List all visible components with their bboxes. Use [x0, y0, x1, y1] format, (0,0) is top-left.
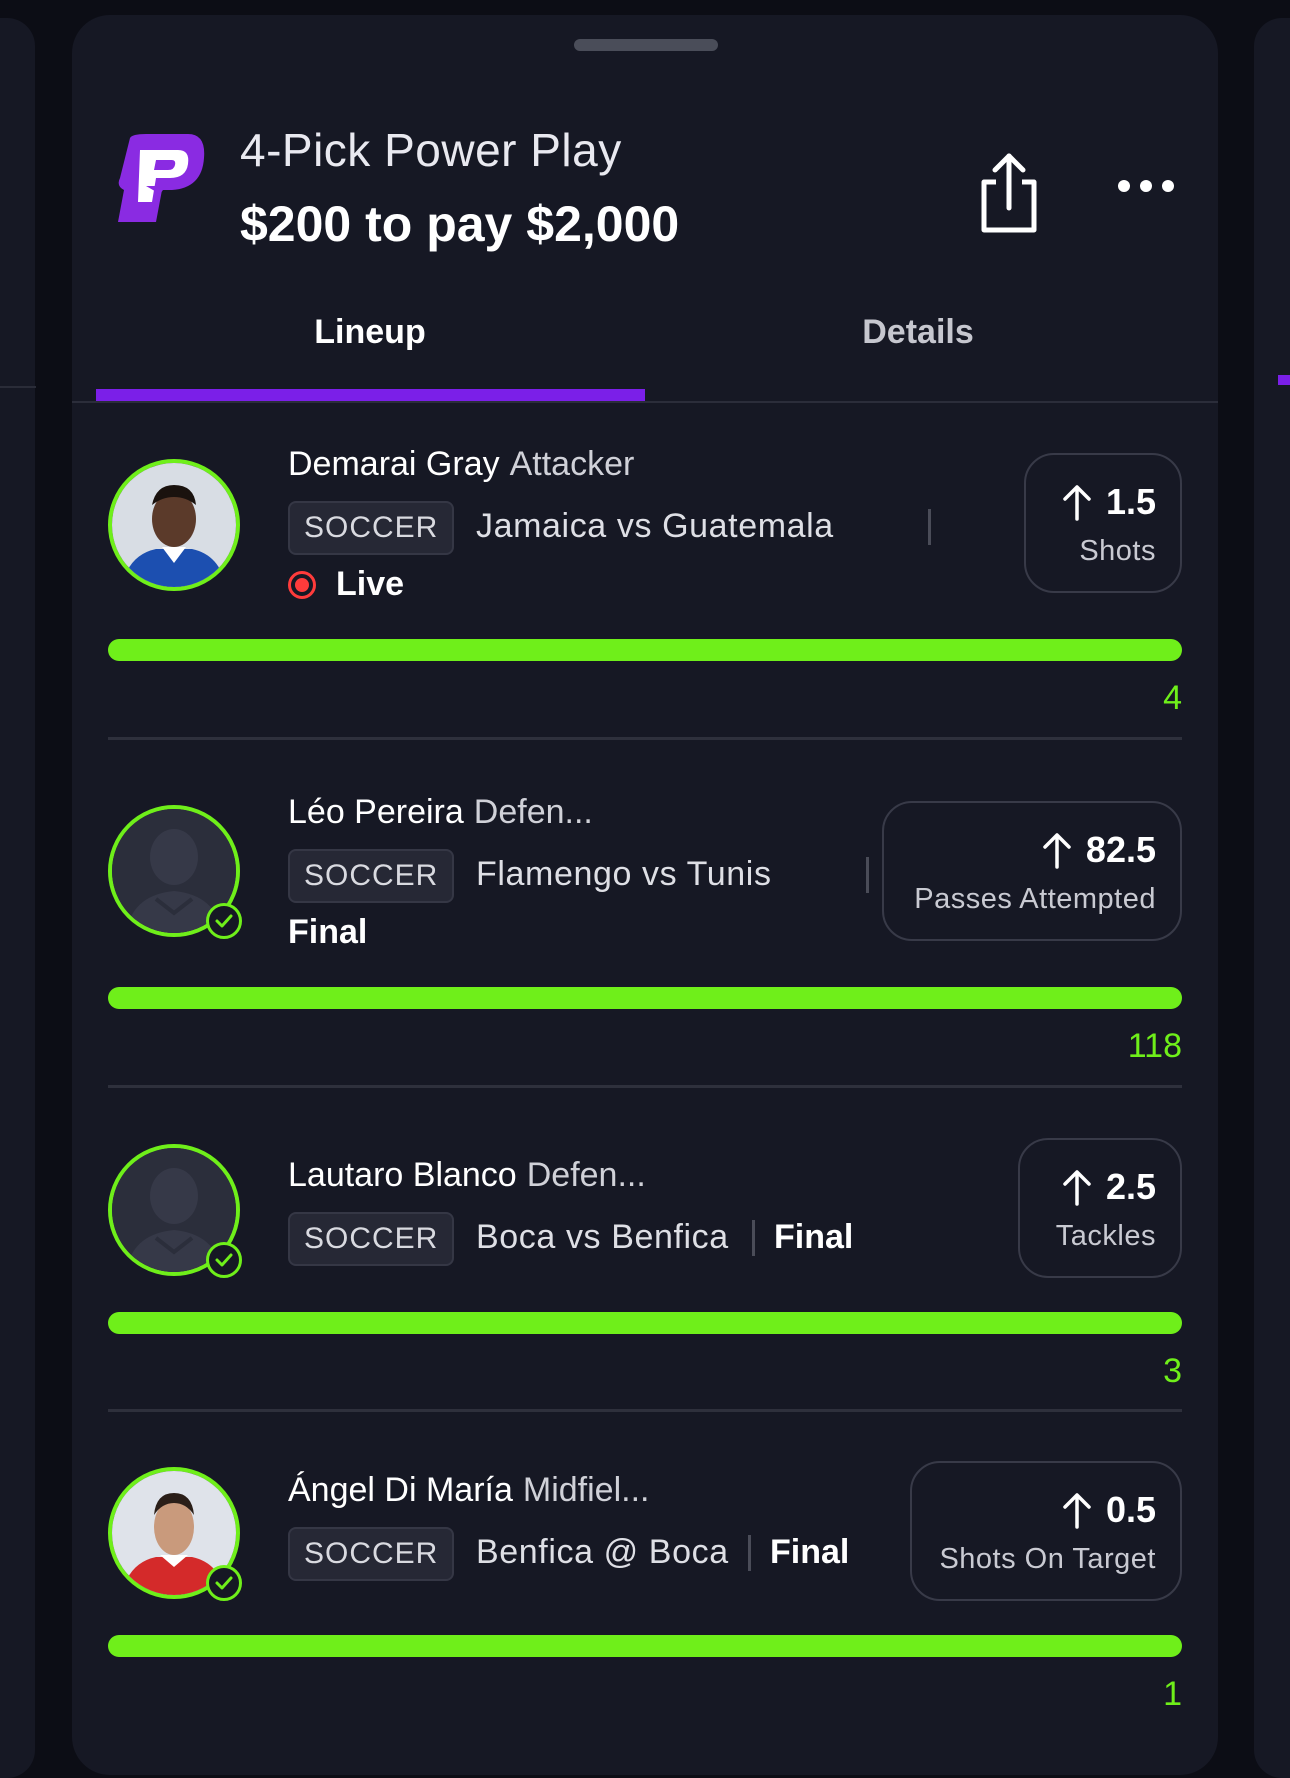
player-info: Léo Pereira Defen...: [288, 793, 593, 832]
pick-divider: [108, 737, 1182, 740]
more-options-icon[interactable]: [1118, 170, 1178, 200]
projection-value: 2.5: [1105, 1166, 1156, 1207]
game-status: Final: [288, 913, 368, 951]
player-name: Demarai Gray: [288, 445, 500, 483]
sport-badge: SOCCER: [288, 1212, 455, 1266]
background-card-left: [0, 18, 35, 1778]
matchup: Jamaica vs Guatemala: [476, 507, 834, 545]
pick-divider: [108, 1085, 1182, 1088]
entry-payout: $200 to pay $2,000: [240, 196, 680, 252]
projection-stat: Passes Attempted: [914, 883, 1156, 915]
projection-line: 0.5: [1062, 1489, 1156, 1531]
projection-value: 0.5: [1105, 1489, 1156, 1530]
check-icon: [206, 903, 242, 939]
background-card-right: [1254, 18, 1290, 1778]
separator: [752, 1220, 755, 1256]
progress-bar: [108, 1635, 1182, 1657]
tab-lineup[interactable]: Lineup: [96, 313, 644, 352]
projection-box[interactable]: 2.5 Tackles: [1018, 1138, 1182, 1278]
separator: [928, 509, 931, 545]
player-position: Defen...: [473, 793, 593, 831]
projection-stat: Shots: [1079, 535, 1156, 567]
pick-card[interactable]: Demarai Gray Attacker SOCCER Jamaica vs G…: [108, 435, 1182, 735]
player-avatar: [108, 459, 240, 591]
projection-value: 1.5: [1105, 481, 1156, 522]
background-divider: [0, 386, 36, 388]
player-position: Midfiel...: [522, 1471, 650, 1509]
player-position: Attacker: [509, 445, 635, 483]
game-status: Final: [774, 1218, 854, 1256]
sport-badge: SOCCER: [288, 1527, 455, 1581]
pick-card[interactable]: Léo Pereira Defen... SOCCER Flamengo vs T…: [108, 785, 1182, 1085]
projection-value: 82.5: [1085, 829, 1156, 870]
sport-badge: SOCCER: [288, 501, 455, 555]
prizepicks-logo-icon: [116, 130, 206, 226]
progress-bar: [108, 1312, 1182, 1334]
projection-line: 82.5: [1042, 829, 1156, 871]
projection-box[interactable]: 82.5 Passes Attempted: [882, 801, 1182, 941]
projection-line: 2.5: [1062, 1166, 1156, 1208]
sheet-drag-handle[interactable]: [574, 39, 718, 51]
matchup: Benfica @ Boca: [476, 1533, 729, 1571]
arrow-up-icon: [1063, 485, 1091, 521]
actual-value: 118: [1127, 1027, 1182, 1065]
game-status: Final: [770, 1533, 850, 1571]
check-icon: [206, 1242, 242, 1278]
share-icon[interactable]: [972, 148, 1046, 234]
entry-title: 4-Pick Power Play: [240, 124, 622, 176]
game-status: Live: [336, 565, 405, 603]
matchup: Flamengo vs Tunis: [476, 855, 772, 893]
arrow-up-icon: [1063, 1493, 1091, 1529]
sport-badge: SOCCER: [288, 849, 455, 903]
projection-box[interactable]: 0.5 Shots On Target: [910, 1461, 1182, 1601]
tabs-divider: [72, 401, 1218, 403]
pick-card[interactable]: Lautaro Blanco Defen... SOCCER Boca vs Be…: [108, 1138, 1182, 1438]
player-info: Ángel Di María Midfiel...: [288, 1471, 649, 1510]
actual-value: 3: [1163, 1352, 1182, 1390]
pick-card[interactable]: Ángel Di María Midfiel... SOCCER Benfica …: [108, 1461, 1182, 1761]
projection-box[interactable]: 1.5 Shots: [1024, 453, 1182, 593]
projection-line: 1.5: [1062, 481, 1156, 523]
actual-value: 1: [1163, 1675, 1182, 1713]
active-tab-indicator: [96, 389, 645, 401]
player-name: Lautaro Blanco: [288, 1156, 517, 1194]
matchup: Boca vs Benfica: [476, 1218, 729, 1256]
check-icon: [206, 1565, 242, 1601]
arrow-up-icon: [1043, 833, 1071, 869]
projection-stat: Tackles: [1055, 1220, 1156, 1252]
pick-divider: [108, 1409, 1182, 1412]
projection-stat: Shots On Target: [939, 1543, 1156, 1575]
progress-bar: [108, 987, 1182, 1009]
arrow-up-icon: [1063, 1170, 1091, 1206]
separator: [866, 857, 869, 893]
lineup-sheet: 4-Pick Power Play $200 to pay $2,000 Lin…: [72, 15, 1218, 1775]
player-info: Demarai Gray Attacker: [288, 445, 634, 484]
player-position: Defen...: [526, 1156, 646, 1194]
actual-value: 4: [1163, 679, 1182, 717]
progress-bar: [108, 639, 1182, 661]
separator: [748, 1535, 751, 1571]
player-info: Lautaro Blanco Defen...: [288, 1156, 646, 1195]
background-tab-accent: [1278, 375, 1290, 385]
player-name: Ángel Di María: [288, 1471, 513, 1509]
player-name: Léo Pereira: [288, 793, 464, 831]
live-indicator-icon: [288, 571, 316, 599]
tab-details[interactable]: Details: [644, 313, 1192, 352]
